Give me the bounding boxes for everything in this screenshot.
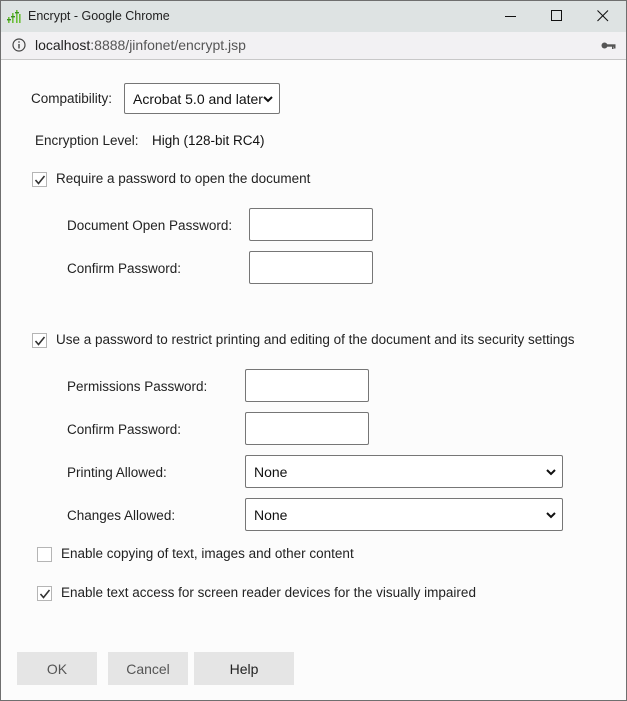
close-icon [597, 10, 609, 22]
chevron-down-icon [263, 95, 273, 102]
info-icon[interactable] [12, 38, 26, 52]
address-bar: localhost:8888/jinfonet/encrypt.jsp [1, 32, 626, 60]
help-button[interactable]: Help [194, 652, 294, 685]
window-title: Encrypt - Google Chrome [28, 9, 170, 23]
chevron-down-icon [546, 511, 556, 518]
require-open-password-label: Require a password to open the document [56, 171, 311, 186]
printing-allowed-label: Printing Allowed: [67, 465, 167, 480]
enable-copying-label: Enable copying of text, images and other… [61, 546, 354, 561]
url-host: localhost [35, 37, 91, 53]
printing-allowed-select[interactable]: None [245, 455, 563, 488]
changes-allowed-label: Changes Allowed: [67, 508, 176, 523]
open-password-input[interactable] [249, 208, 373, 241]
permissions-password-input[interactable] [245, 369, 369, 402]
cancel-button[interactable]: Cancel [108, 652, 188, 685]
minimize-icon [505, 16, 516, 17]
browser-window: Encrypt - Google Chrome localhost:8888/j… [0, 0, 627, 701]
url-text[interactable]: localhost:8888/jinfonet/encrypt.jsp [35, 37, 246, 53]
compatibility-label: Compatibility: [31, 91, 113, 106]
encryption-level-value: High (128-bit RC4) [152, 133, 265, 148]
app-icon [7, 10, 21, 23]
title-bar: Encrypt - Google Chrome [1, 1, 626, 32]
maximize-icon [551, 10, 562, 21]
close-button[interactable] [580, 1, 626, 32]
open-password-label: Document Open Password: [67, 218, 233, 233]
permissions-confirm-password-label: Confirm Password: [67, 422, 182, 437]
enable-screen-reader-label: Enable text access for screen reader dev… [61, 585, 476, 600]
checkmark-icon [39, 589, 51, 599]
compatibility-select[interactable]: Acrobat 5.0 and later [124, 83, 280, 114]
checkmark-icon [34, 336, 46, 346]
ok-button[interactable]: OK [17, 652, 97, 685]
compatibility-value: Acrobat 5.0 and later [133, 90, 263, 107]
minimize-button[interactable] [488, 1, 534, 32]
checkmark-icon [34, 175, 46, 185]
permissions-confirm-password-input[interactable] [245, 412, 369, 445]
chevron-down-icon [546, 468, 556, 475]
maximize-button[interactable] [534, 1, 580, 32]
restrict-permissions-checkbox[interactable] [32, 333, 47, 348]
restrict-permissions-label: Use a password to restrict printing and … [56, 332, 575, 347]
require-open-password-checkbox[interactable] [32, 172, 47, 187]
printing-allowed-value: None [254, 463, 288, 480]
url-path: :8888/jinfonet/encrypt.jsp [90, 37, 246, 53]
changes-allowed-select[interactable]: None [245, 498, 563, 531]
open-confirm-password-label: Confirm Password: [67, 261, 182, 276]
open-confirm-password-input[interactable] [249, 251, 373, 284]
encryption-level-label: Encryption Level: [35, 133, 139, 148]
enable-copying-checkbox[interactable] [37, 547, 52, 562]
encrypt-dialog: Compatibility: Acrobat 5.0 and later Enc… [1, 60, 626, 700]
permissions-password-label: Permissions Password: [67, 379, 208, 394]
enable-screen-reader-checkbox[interactable] [37, 586, 52, 601]
key-icon[interactable] [601, 41, 616, 50]
changes-allowed-value: None [254, 506, 288, 523]
